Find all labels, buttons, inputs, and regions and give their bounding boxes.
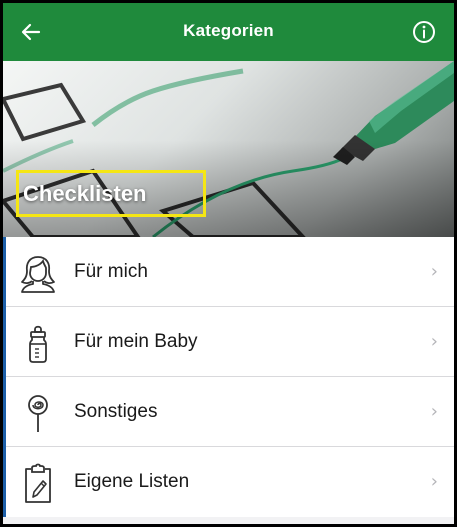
list-footer-space: [3, 521, 454, 524]
category-header-image: Checklisten: [3, 61, 454, 237]
chevron-right-icon: ›: [430, 471, 438, 492]
list-item-fuer-mich[interactable]: Für mich ›: [6, 237, 454, 307]
lollipop-icon: [16, 391, 60, 435]
chevron-right-icon: ›: [430, 401, 438, 422]
list-item-label: Sonstiges: [74, 401, 158, 422]
list-item-sonstiges[interactable]: Sonstiges ›: [6, 377, 454, 447]
page-title: Kategorien: [183, 21, 274, 40]
app-screen: Kategorien Checklisten Für mich › Für me…: [0, 0, 457, 527]
clipboard-pen-icon: [16, 461, 60, 505]
info-circle-icon[interactable]: [408, 16, 440, 48]
chevron-right-icon: ›: [430, 331, 438, 352]
list-item-label: Für mich: [74, 261, 148, 282]
list-item-label: Für mein Baby: [74, 331, 198, 352]
chevron-right-icon: ›: [430, 261, 438, 282]
app-bar: Kategorien: [3, 3, 454, 61]
category-list: Für mich › Für mein Baby › Sonstiges › E…: [3, 237, 454, 517]
list-item-label: Eigene Listen: [74, 471, 190, 492]
woman-face-icon: [16, 251, 60, 295]
category-title: Checklisten: [23, 181, 147, 206]
list-item-eigene-listen[interactable]: Eigene Listen ›: [6, 447, 454, 517]
list-item-fuer-mein-baby[interactable]: Für mein Baby ›: [6, 307, 454, 377]
baby-bottle-icon: [16, 321, 60, 365]
